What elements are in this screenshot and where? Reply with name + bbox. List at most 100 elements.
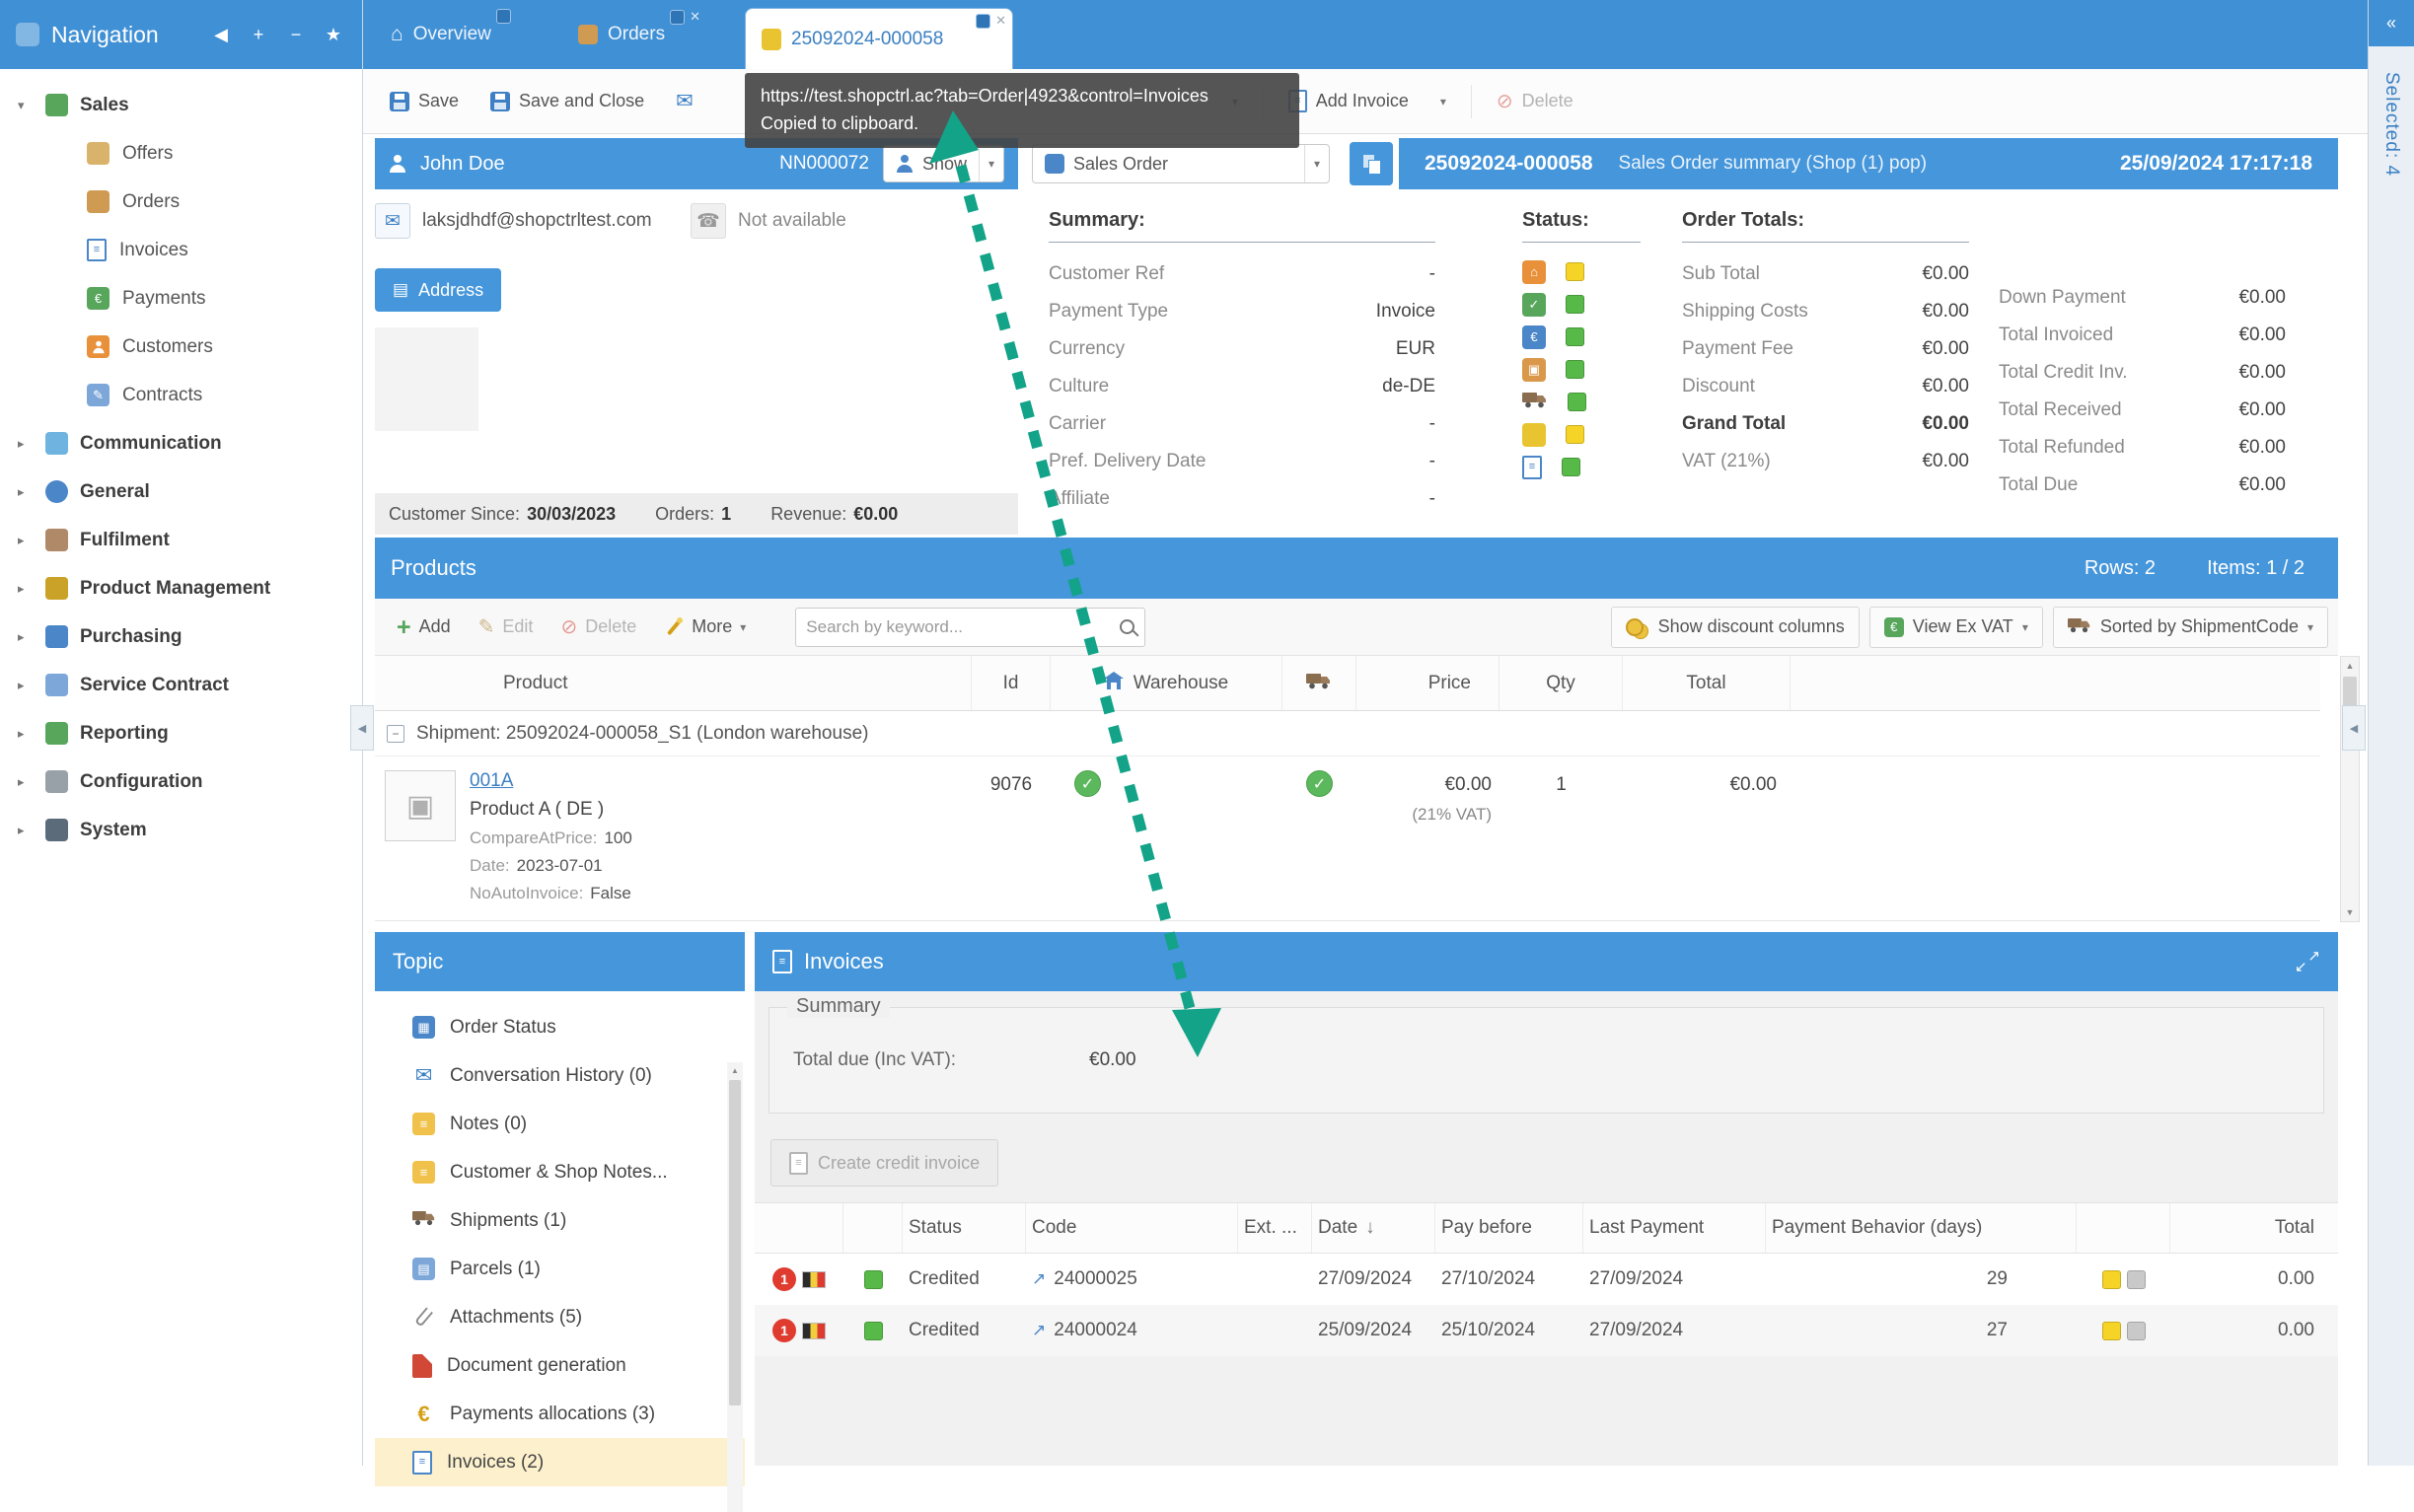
view-ex-vat-button[interactable]: € View Ex VAT ▾ (1869, 607, 2043, 648)
topic-item-parcels[interactable]: ▤ Parcels (1) (375, 1245, 745, 1293)
address-button[interactable]: ▤ Address (375, 268, 501, 312)
sort-products-button[interactable]: Sorted by ShipmentCode ▾ (2053, 607, 2328, 648)
close-icon[interactable]: ✕ (995, 13, 1006, 29)
dock-controls[interactable]: « (2369, 0, 2414, 46)
product-row[interactable]: ▣ 001A Product A ( DE ) CompareAtPrice:1… (375, 756, 2320, 920)
column-price[interactable]: Price (1356, 656, 1500, 710)
column-qty[interactable]: Qty (1500, 656, 1623, 710)
topic-item-order-status[interactable]: ▦ Order Status (375, 1003, 745, 1051)
nav-group-sales[interactable]: ▾ Sales (0, 81, 362, 129)
scroll-up-icon[interactable]: ▲ (727, 1062, 743, 1078)
scrollbar-thumb[interactable] (729, 1080, 741, 1405)
chevron-right-icon[interactable]: ▸ (18, 533, 34, 548)
invoice-row[interactable]: 1 Credited ↗ 24000025 27/09/2024 27/10/2… (755, 1254, 2338, 1305)
collapse-nav-icon[interactable]: ◀ (208, 25, 234, 45)
save-button[interactable]: Save (377, 82, 472, 120)
products-scrollbar[interactable]: ▲ ▼ (2340, 656, 2360, 922)
topic-item-customer-shop-notes[interactable]: ≡ Customer & Shop Notes... (375, 1148, 745, 1196)
column-total[interactable]: Total (1623, 656, 1791, 710)
order-type-dropdown[interactable]: ▾ (1304, 145, 1329, 182)
nav-group-purchasing[interactable]: ▸ Purchasing (0, 612, 362, 661)
column-id[interactable]: Id (972, 656, 1051, 710)
open-invoice-icon[interactable]: ↗ (1032, 1321, 1046, 1340)
right-panel-collapse-handle[interactable]: ◀ (2342, 705, 2366, 751)
invoice-code[interactable]: 24000024 (1054, 1320, 1137, 1341)
chevron-right-icon[interactable]: ▸ (18, 823, 34, 838)
column-date[interactable]: Date↓ (1312, 1203, 1435, 1253)
chevron-right-icon[interactable]: ▸ (18, 774, 34, 790)
nav-group-system[interactable]: ▸ System (0, 806, 362, 854)
selected-count-tab[interactable]: Selected: 4 (2380, 72, 2402, 177)
sidebar-item-orders[interactable]: Orders (0, 178, 362, 226)
chevron-down-icon[interactable]: ▾ (18, 98, 34, 113)
tab-orders[interactable]: Orders ✕ (578, 0, 665, 69)
sidebar-collapse-handle[interactable]: ◀ (350, 705, 374, 751)
show-dropdown[interactable]: ▾ (979, 146, 1003, 181)
favorites-icon[interactable]: ★ (321, 25, 346, 45)
more-products-button[interactable]: More ▾ (652, 609, 758, 645)
sidebar-item-customers[interactable]: Customers (0, 323, 362, 371)
topic-item-shipments[interactable]: Shipments (1) (375, 1196, 745, 1245)
remove-nav-icon[interactable]: − (283, 25, 309, 45)
topic-item-invoices[interactable]: ≡ Invoices (2) (375, 1438, 745, 1486)
show-discount-columns-button[interactable]: Show discount columns (1611, 607, 1860, 648)
column-payment-behavior[interactable]: Payment Behavior (days) (1766, 1203, 2077, 1253)
column-invoice-total[interactable]: Total (2170, 1203, 2338, 1253)
delete-button[interactable]: ⊘ Delete (1484, 80, 1586, 122)
column-ext[interactable]: Ext. ... (1238, 1203, 1312, 1253)
shipment-group-row[interactable]: − Shipment: 25092024-000058_S1 (London w… (375, 711, 2320, 756)
show-customer-button[interactable]: Show ▾ (883, 145, 1004, 182)
chevron-right-icon[interactable]: ▸ (18, 581, 34, 597)
expand-panel-icon[interactable]: ↗ ↙ (2295, 949, 2320, 974)
save-and-close-button[interactable]: Save and Close (477, 82, 657, 120)
order-type-select[interactable]: Sales Order ▾ (1032, 144, 1330, 183)
column-warehouse[interactable]: Warehouse (1051, 656, 1282, 710)
close-icon[interactable]: ✕ (690, 9, 700, 25)
delete-product-button[interactable]: ⊘ Delete (549, 607, 648, 647)
chevron-right-icon[interactable]: ▸ (18, 629, 34, 645)
tab-order-25092024-000058[interactable]: 25092024-000058 ✕ (745, 8, 1013, 69)
tab-pin-icon[interactable] (976, 14, 990, 29)
nav-group-product-management[interactable]: ▸ Product Management (0, 564, 362, 612)
chevron-right-icon[interactable]: ▸ (18, 678, 34, 693)
topic-scrollbar[interactable]: ▲ (727, 1062, 743, 1512)
collapse-dock-icon[interactable]: « (2386, 13, 2396, 34)
search-icon[interactable] (1120, 619, 1134, 634)
topic-item-conversation-history[interactable]: ✉ Conversation History (0) (375, 1051, 745, 1100)
invoice-code[interactable]: 24000025 (1054, 1268, 1137, 1290)
tab-pin-icon[interactable] (496, 9, 511, 24)
sidebar-item-contracts[interactable]: ✎ Contracts (0, 371, 362, 419)
open-invoice-icon[interactable]: ↗ (1032, 1269, 1046, 1289)
column-pay-before[interactable]: Pay before (1435, 1203, 1583, 1253)
column-code[interactable]: Code (1026, 1203, 1238, 1253)
topic-item-payments-allocations[interactable]: € Payments allocations (3) (375, 1390, 745, 1438)
column-last-payment[interactable]: Last Payment (1583, 1203, 1766, 1253)
scroll-down-icon[interactable]: ▼ (2341, 903, 2359, 921)
edit-product-button[interactable]: ✎ Edit (467, 607, 546, 647)
topic-item-notes[interactable]: ≡ Notes (0) (375, 1100, 745, 1148)
tab-overview[interactable]: ⌂ Overview (391, 0, 491, 69)
column-carrier[interactable] (1282, 656, 1356, 710)
invoice-row[interactable]: 1 Credited ↗ 24000024 25/09/2024 25/10/2… (755, 1305, 2338, 1356)
sidebar-item-payments[interactable]: € Payments (0, 274, 362, 323)
column-product[interactable]: Product (375, 656, 972, 710)
add-product-button[interactable]: + Add (385, 609, 463, 645)
email-button[interactable]: ✉ (663, 80, 706, 122)
collapse-icon[interactable]: − (387, 725, 404, 743)
chevron-right-icon[interactable]: ▸ (18, 726, 34, 742)
tab-pin-icon[interactable] (670, 10, 685, 25)
search-input[interactable] (806, 617, 1112, 637)
nav-group-communication[interactable]: ▸ Communication (0, 419, 362, 468)
sidebar-item-invoices[interactable]: ≡ Invoices (0, 226, 362, 274)
nav-group-reporting[interactable]: ▸ Reporting (0, 709, 362, 757)
add-nav-icon[interactable]: + (246, 25, 271, 45)
column-status[interactable]: Status (903, 1203, 1026, 1253)
nav-group-configuration[interactable]: ▸ Configuration (0, 757, 362, 806)
nav-group-fulfilment[interactable]: ▸ Fulfilment (0, 516, 362, 564)
add-invoice-dropdown[interactable]: ▾ (1427, 86, 1459, 117)
create-credit-invoice-button[interactable]: ≡ Create credit invoice (770, 1139, 998, 1187)
nav-group-general[interactable]: ▸ General (0, 468, 362, 516)
topic-item-document-generation[interactable]: Document generation (375, 1341, 745, 1390)
copy-order-link-button[interactable] (1350, 142, 1393, 185)
topic-item-attachments[interactable]: Attachments (5) (375, 1293, 745, 1341)
